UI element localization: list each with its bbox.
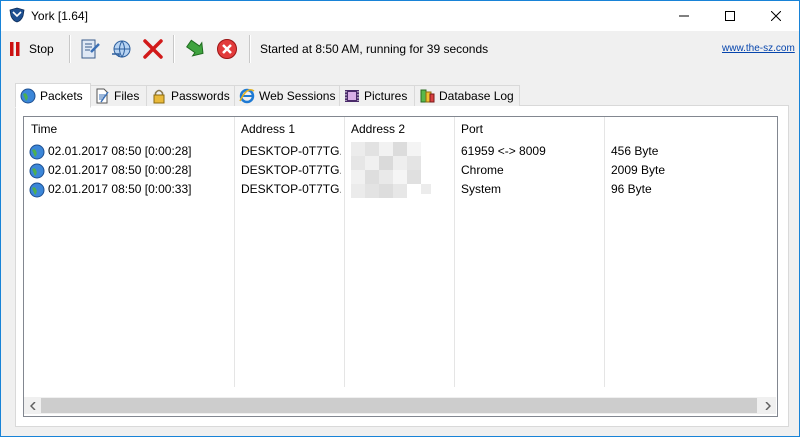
chevron-left-icon bbox=[29, 401, 36, 410]
window-title: York [1.64] bbox=[31, 9, 88, 23]
toolbar-separator bbox=[173, 35, 175, 63]
cell-address1: DESKTOP-0T7TG... bbox=[241, 163, 341, 177]
column-header-time[interactable]: Time bbox=[24, 117, 234, 142]
globe-icon bbox=[20, 88, 36, 103]
horizontal-scrollbar[interactable] bbox=[24, 397, 776, 414]
chevron-right-icon bbox=[764, 401, 771, 410]
cell-size: 456 Byte bbox=[611, 144, 659, 158]
minimize-button[interactable] bbox=[661, 1, 707, 31]
toolbar: Stop Started at 8:50 AM, running for 39 … bbox=[1, 31, 799, 67]
database-icon bbox=[420, 89, 435, 103]
column-header-size[interactable] bbox=[604, 117, 776, 142]
export-button[interactable] bbox=[183, 35, 205, 63]
york-shield-icon bbox=[9, 7, 25, 23]
maximize-button[interactable] bbox=[707, 1, 753, 31]
cell-time: 02.01.2017 08:50 [0:00:33] bbox=[48, 182, 192, 196]
browser-icon bbox=[239, 88, 255, 104]
stop-icon bbox=[10, 42, 20, 56]
cell-address1: DESKTOP-0T7TG... bbox=[241, 182, 341, 196]
tab-packets[interactable]: Packets bbox=[15, 83, 91, 108]
title-bar[interactable]: York [1.64] bbox=[1, 1, 799, 31]
tab-label: Files bbox=[114, 89, 140, 103]
network-icon bbox=[112, 40, 131, 58]
cell-port: 61959 <-> 8009 bbox=[461, 144, 546, 158]
column-header-address2[interactable]: Address 2 bbox=[344, 117, 454, 142]
cancel-icon bbox=[217, 39, 237, 59]
tab-label: Packets bbox=[40, 88, 83, 103]
column-header-port[interactable]: Port bbox=[454, 117, 604, 142]
file-icon bbox=[96, 88, 109, 104]
stop-button[interactable]: Stop bbox=[9, 35, 65, 63]
stop-label: Stop bbox=[29, 42, 54, 56]
film-icon bbox=[345, 90, 359, 102]
tab-database-log[interactable]: Database Log bbox=[414, 85, 520, 106]
tab-label: Passwords bbox=[171, 89, 230, 103]
scroll-right-button[interactable] bbox=[759, 397, 776, 414]
cell-port: Chrome bbox=[461, 163, 504, 177]
column-header-address1[interactable]: Address 1 bbox=[234, 117, 344, 142]
open-icon bbox=[81, 39, 100, 59]
toolbar-separator bbox=[69, 35, 71, 63]
scrollbar-thumb[interactable] bbox=[41, 398, 757, 413]
cancel-button[interactable] bbox=[216, 35, 238, 63]
maximize-icon bbox=[725, 11, 735, 21]
tab-passwords[interactable]: Passwords bbox=[146, 85, 236, 106]
status-text: Started at 8:50 AM, running for 39 secon… bbox=[260, 42, 489, 56]
export-icon bbox=[186, 39, 204, 57]
packets-list[interactable]: Time Address 1 Address 2 Port 02.01.2017… bbox=[23, 116, 778, 417]
scroll-left-button[interactable] bbox=[24, 397, 41, 414]
website-link[interactable]: www.the-sz.com bbox=[722, 43, 795, 54]
close-button[interactable] bbox=[753, 1, 799, 31]
minimize-icon bbox=[679, 15, 689, 17]
cell-time: 02.01.2017 08:50 [0:00:28] bbox=[48, 163, 192, 177]
cell-time: 02.01.2017 08:50 [0:00:28] bbox=[48, 144, 192, 158]
close-icon bbox=[771, 11, 781, 21]
app-window: York [1.64] Stop Started at 8:50 AM, run… bbox=[0, 0, 800, 437]
cell-port: System bbox=[461, 182, 502, 196]
tab-files[interactable]: Files bbox=[89, 85, 148, 106]
delete-icon bbox=[143, 39, 163, 59]
tab-label: Pictures bbox=[364, 89, 408, 103]
redacted-address-block bbox=[351, 142, 431, 198]
globe-icon bbox=[29, 163, 45, 179]
tab-web-sessions[interactable]: Web Sessions bbox=[234, 85, 341, 106]
tab-label: Web Sessions bbox=[259, 89, 336, 103]
cell-size: 96 Byte bbox=[611, 182, 652, 196]
globe-icon bbox=[29, 144, 45, 160]
tab-label: Database Log bbox=[439, 89, 514, 103]
network-button[interactable] bbox=[110, 35, 134, 63]
delete-button[interactable] bbox=[142, 35, 164, 63]
cell-address1: DESKTOP-0T7TG... bbox=[241, 144, 341, 158]
cell-size: 2009 Byte bbox=[611, 163, 666, 177]
tab-pictures[interactable]: Pictures bbox=[339, 85, 416, 106]
globe-icon bbox=[29, 182, 45, 198]
toolbar-separator bbox=[249, 35, 251, 63]
open-button[interactable] bbox=[79, 35, 101, 63]
lock-icon bbox=[153, 89, 165, 104]
